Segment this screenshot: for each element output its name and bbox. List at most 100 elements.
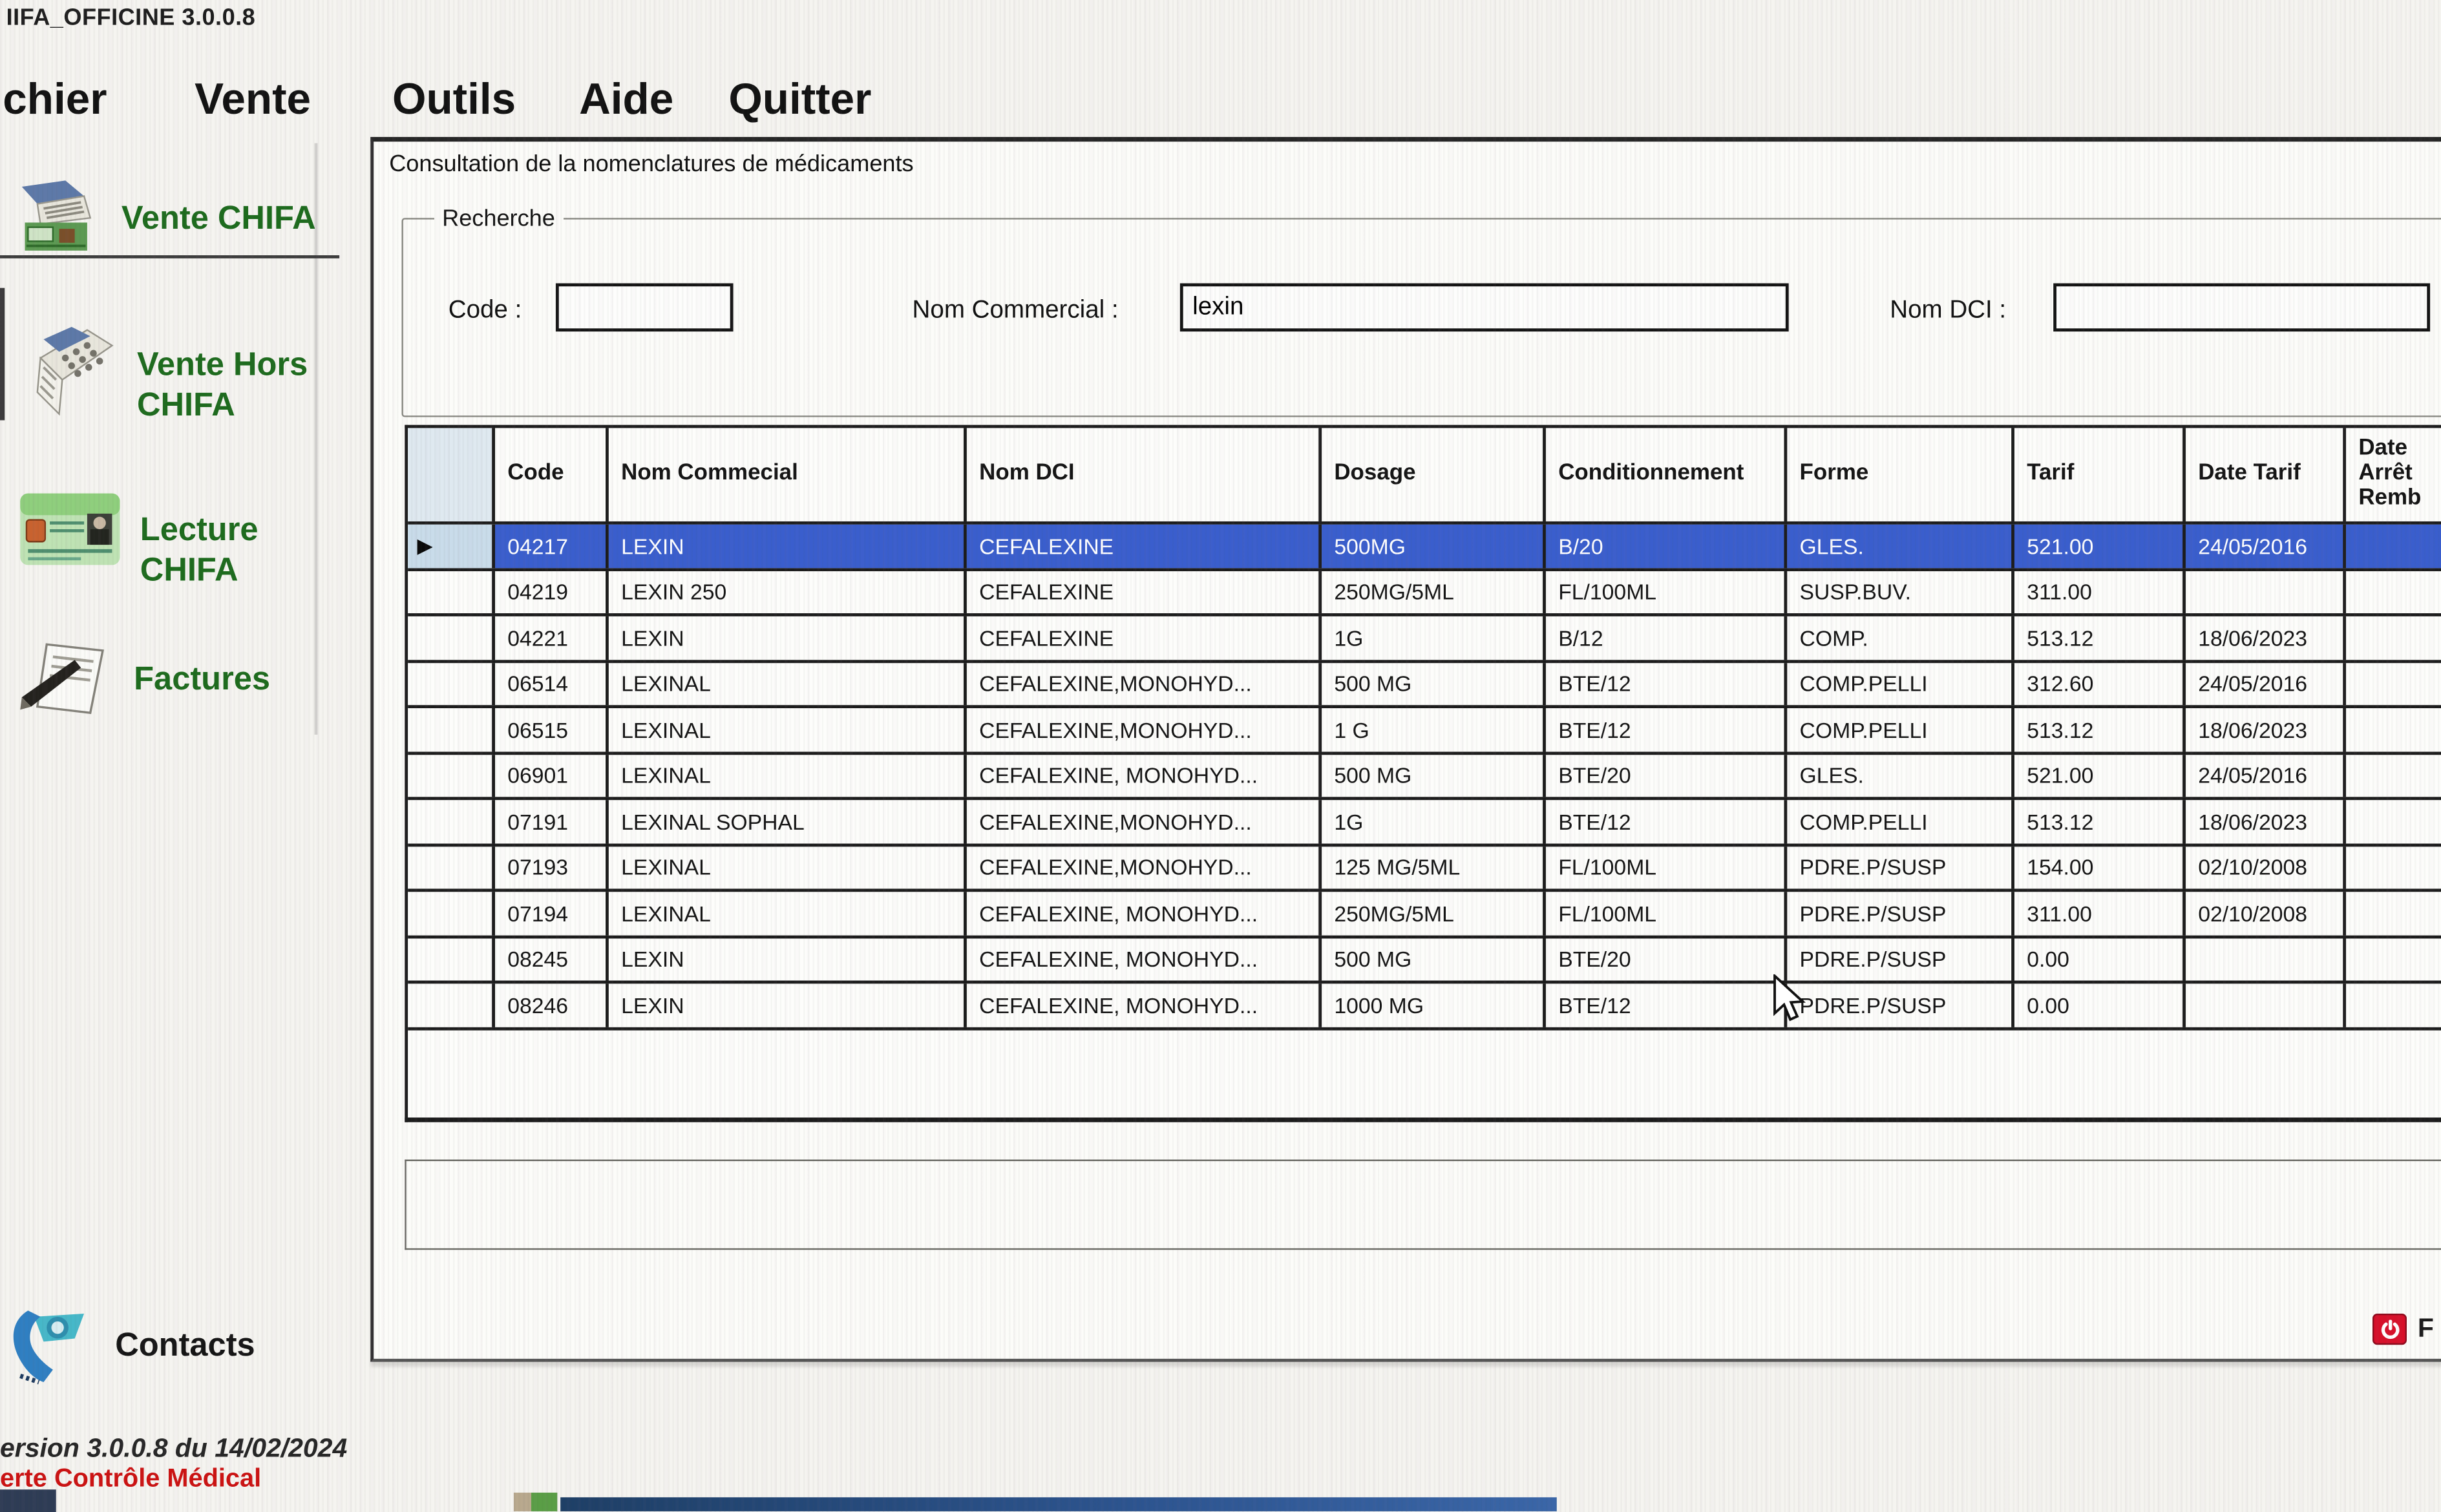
cell-code: 04221 [495,616,609,659]
column-header[interactable]: Date Tarif [2186,428,2346,521]
menu-vente[interactable]: Vente [195,75,311,125]
cell-forme: GLES. [1787,754,2014,797]
cell-tarif: 312.60 [2014,662,2186,705]
cell-date_arret_remb [2346,525,2441,567]
column-header[interactable]: Date Arrêt Remb [2346,428,2441,521]
cell-dosage: 500 MG [1322,662,1546,705]
cell-date_tarif: 24/05/2016 [2186,525,2346,567]
table-row[interactable]: ▶04217LEXINCEFALEXINE500MGB/20GLES.521.0… [408,525,2441,571]
column-header[interactable]: Tarif [2014,428,2186,521]
row-selector-cell [408,983,495,1026]
column-header[interactable]: Nom Commecial [609,428,967,521]
table-header-row: CodeNom CommecialNom DCIDosageConditionn… [408,428,2441,524]
taskbar-app-icon[interactable] [514,1493,557,1511]
code-input[interactable] [556,283,734,331]
cell-forme: PDRE.P/SUSP [1787,983,2014,1026]
sidebar-item-label: Vente CHIFA [122,178,316,239]
cell-date_arret_remb [2346,662,2441,705]
contacts-phone-icon [6,1305,97,1396]
cell-date_arret_remb [2346,846,2441,888]
close-button-label: F [2418,1314,2434,1345]
cell-nom_commercial: LEXINAL [609,846,967,888]
medication-table: CodeNom CommecialNom DCIDosageConditionn… [405,425,2441,1122]
table-row[interactable]: 06901LEXINALCEFALEXINE, MONOHYD...500 MG… [408,754,2441,800]
cell-forme: COMP.PELLI [1787,708,2014,751]
column-header[interactable]: Nom DCI [967,428,1322,521]
column-header[interactable]: Dosage [1322,428,1546,521]
cell-conditionnement: FL/100ML [1546,846,1787,888]
cell-dosage: 250MG/5ML [1322,571,1546,613]
header-gutter-cell [408,428,495,521]
column-header[interactable]: Conditionnement [1546,428,1787,521]
menu-fichier[interactable]: ichier [0,75,107,125]
cell-conditionnement: BTE/20 [1546,754,1787,797]
table-row[interactable]: 04219LEXIN 250CEFALEXINE250MG/5MLFL/100M… [408,571,2441,616]
cell-date_arret_remb [2346,938,2441,980]
cell-dosage: 125 MG/5ML [1322,846,1546,888]
table-row[interactable]: 07191LEXINAL SOPHALCEFALEXINE,MONOHYD...… [408,800,2441,846]
cell-code: 07194 [495,892,609,934]
cell-nom_dci: CEFALEXINE [967,616,1322,659]
cell-tarif: 154.00 [2014,846,2186,888]
menu-aide[interactable]: Aide [579,75,673,125]
cell-tarif: 311.00 [2014,571,2186,613]
code-label: Code : [449,297,522,325]
cell-date_tarif [2186,983,2346,1026]
cell-nom_dci: CEFALEXINE,MONOHYD... [967,662,1322,705]
column-header[interactable]: Code [495,428,609,521]
cell-nom_dci: CEFALEXINE,MONOHYD... [967,708,1322,751]
cell-dosage: 250MG/5ML [1322,892,1546,934]
sidebar-item-label: Lecture CHIFA [140,488,259,590]
column-header[interactable]: Forme [1787,428,2014,521]
selected-row-arrow-icon: ▶ [417,536,433,556]
cell-dosage: 1 G [1322,708,1546,751]
cell-date_arret_remb [2346,708,2441,751]
row-selector-cell [408,846,495,888]
cell-tarif: 521.00 [2014,525,2186,567]
table-row[interactable]: 08246LEXINCEFALEXINE, MONOHYD...1000 MGB… [408,983,2441,1029]
taskbar[interactable] [560,1497,1557,1511]
sidebar-item-vente-hors-chifa[interactable]: Vente Hors CHIFA [25,324,308,431]
menu-quitter[interactable]: Quitter [728,75,871,125]
cell-conditionnement: B/20 [1546,525,1787,567]
nomenclature-dialog: Consultation de la nomenclatures de médi… [370,137,2441,1362]
table-row[interactable]: 08245LEXINCEFALEXINE, MONOHYD...500 MGBT… [408,938,2441,983]
cell-tarif: 513.12 [2014,616,2186,659]
sidebar-item-factures[interactable]: Factures [19,638,270,733]
cell-nom_commercial: LEXIN [609,616,967,659]
nom-dci-input[interactable] [2053,283,2430,331]
sidebar-item-contacts[interactable]: Contacts [6,1305,255,1396]
cell-conditionnement: FL/100ML [1546,892,1787,934]
table-row[interactable]: 07193LEXINALCEFALEXINE,MONOHYD...125 MG/… [408,846,2441,892]
cell-nom_dci: CEFALEXINE,MONOHYD... [967,846,1322,888]
cell-forme: COMP.PELLI [1787,800,2014,843]
cell-forme: SUSP.BUV. [1787,571,2014,613]
cell-nom_commercial: LEXINAL SOPHAL [609,800,967,843]
lecture-chifa-icon [19,488,122,577]
cell-date_tarif: 02/10/2008 [2186,892,2346,934]
cell-nom_dci: CEFALEXINE, MONOHYD... [967,938,1322,980]
sidebar-item-vente-chifa[interactable]: Vente CHIFA [12,178,315,263]
nom-commercial-input[interactable] [1180,283,1789,331]
cell-date_tarif: 24/05/2016 [2186,754,2346,797]
table-row[interactable]: 06515LEXINALCEFALEXINE,MONOHYD...1 GBTE/… [408,708,2441,754]
dialog-title: Consultation de la nomenclatures de médi… [389,151,913,178]
mouse-cursor [1771,974,1806,1032]
cell-date_arret_remb [2346,616,2441,659]
cell-date_arret_remb [2346,571,2441,613]
cell-tarif: 311.00 [2014,892,2186,934]
table-row[interactable]: 07194LEXINALCEFALEXINE, MONOHYD...250MG/… [408,892,2441,938]
nom-commercial-label: Nom Commercial : [913,297,1119,325]
table-row[interactable]: 04221LEXINCEFALEXINE1GB/12COMP.513.1218/… [408,616,2441,662]
menu-outils[interactable]: Outils [392,75,516,125]
table-row[interactable]: 06514LEXINALCEFALEXINE,MONOHYD...500 MGB… [408,662,2441,708]
app-screen: IIFA_OFFICINE 3.0.0.8 ichier Vente Outil… [0,0,2441,1512]
cell-tarif: 521.00 [2014,754,2186,797]
close-button[interactable]: F [2372,1314,2434,1345]
version-text: ersion 3.0.0.8 du 14/02/2024 [0,1433,347,1464]
sidebar-item-lecture-chifa[interactable]: Lecture CHIFA [19,488,259,590]
cell-nom_commercial: LEXINAL [609,892,967,934]
cell-code: 07193 [495,846,609,888]
row-selector-cell [408,892,495,934]
cell-nom_dci: CEFALEXINE,MONOHYD... [967,800,1322,843]
